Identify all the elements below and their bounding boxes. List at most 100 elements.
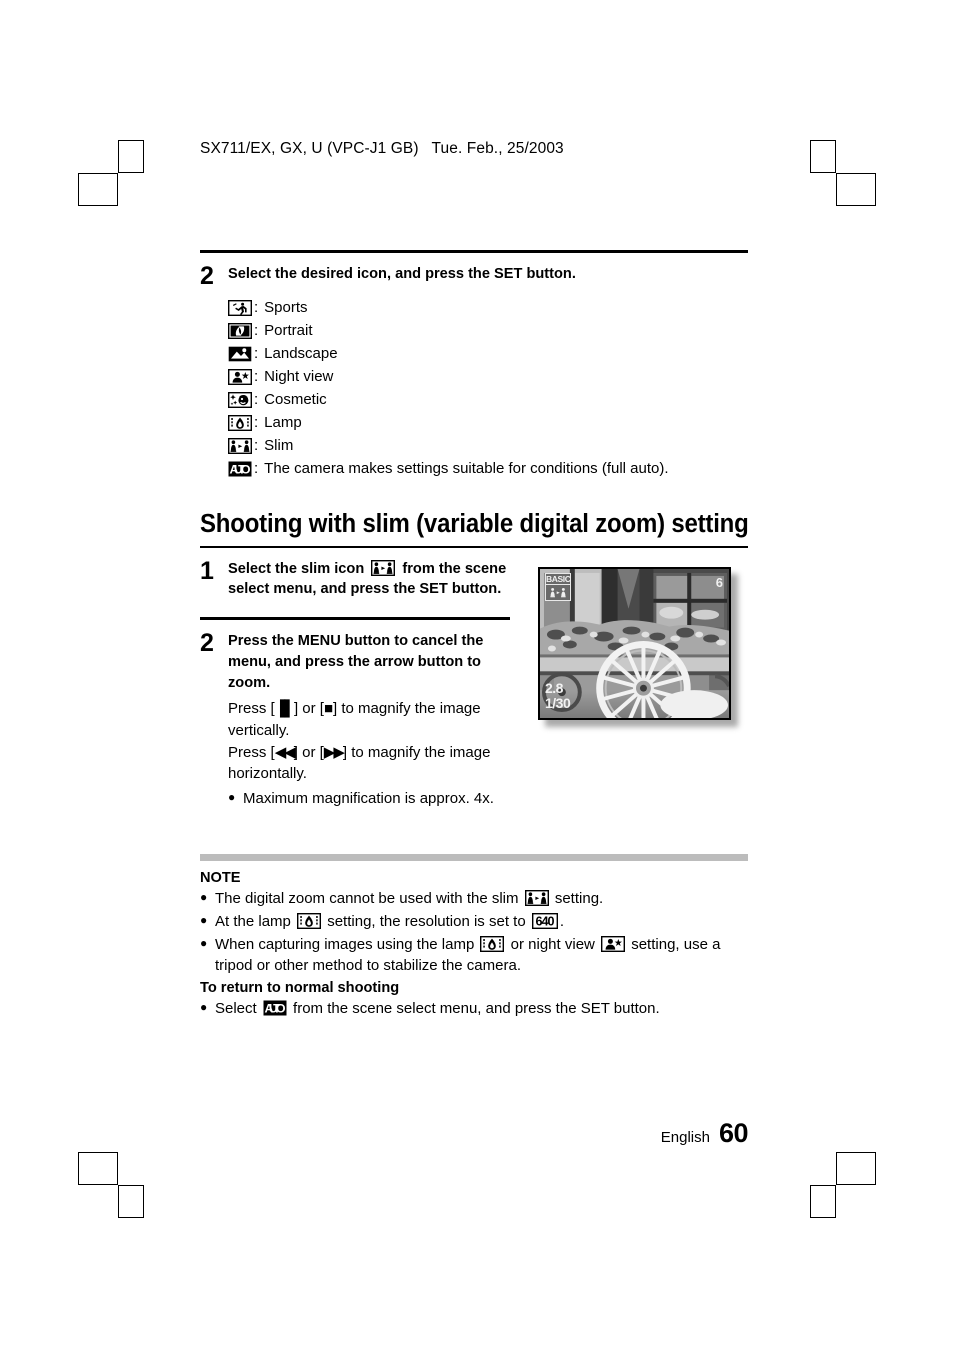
section-heading: Shooting with slim (variable digital zoo… [200, 510, 749, 538]
list-item-label: Lamp [264, 414, 302, 431]
list-item-label: Night view [264, 368, 334, 385]
note-item: ● At the lamp setting, the resolution is… [200, 911, 748, 932]
note-subtitle: To return to normal shooting [200, 979, 400, 996]
bullet-text: Maximum magnification is approx. 4x. [243, 790, 494, 808]
portrait-icon [228, 322, 252, 339]
step-title: Press the MENU button to cancel the menu… [228, 633, 484, 691]
lcd-shot-count: 6 [715, 574, 723, 590]
note-item: ● When capturing images using the lamp o… [200, 934, 748, 977]
note-item: ● The digital zoom cannot be used with t… [200, 888, 748, 909]
slim-icon [550, 587, 566, 597]
bullet-dot: ● [200, 936, 208, 951]
slim-icon [524, 889, 549, 906]
landscape-icon [228, 346, 252, 362]
crop-mark-top-left [78, 140, 144, 206]
footer-page-number: 60 [718, 1118, 749, 1148]
step-block-zoom: 2 Press the MENU button to cancel the me… [200, 631, 520, 809]
photo-frame: BASIC 6 2.8 1/30 [538, 566, 731, 720]
pause-icon: ▐▌ [274, 700, 295, 718]
note-text: from the scene select menu, and press th… [293, 999, 660, 1017]
list-item: : Portrait [228, 319, 748, 342]
list-item-colon: : [254, 299, 259, 316]
note-text: . [559, 912, 565, 930]
list-item-colon: : [254, 391, 259, 408]
divider-between-steps [200, 617, 510, 621]
crop-mark-bar [118, 140, 144, 173]
bullet-dot: ● [200, 889, 208, 904]
list-item-colon: : [254, 322, 259, 339]
list-item-colon: : [254, 460, 259, 477]
lcd-quality-label: BASIC [546, 573, 571, 584]
crop-mark-bar [810, 1185, 836, 1218]
press-horizontal-pre: Press [ [228, 743, 275, 761]
list-item-label: Landscape [264, 345, 338, 362]
night-view-icon [601, 936, 626, 953]
step-block-select-slim: 1 Select the slim icon from the scene se… [200, 556, 520, 600]
document-header: SX711/EX, GX, U (VPC-J1 GB) Tue. Feb., 2… [200, 140, 564, 157]
crop-mark-bar [118, 1185, 144, 1218]
crop-mark-bar [836, 1152, 876, 1185]
step-title: Select the desired icon, and press the S… [228, 266, 576, 282]
camera-lcd-preview: BASIC 6 2.8 1/30 [538, 566, 738, 727]
list-item-label: Slim [264, 437, 294, 454]
crop-mark-bar [78, 173, 118, 206]
note-text: When capturing images using the lamp [215, 936, 475, 954]
note-text: The digital zoom cannot be used with the… [215, 889, 519, 907]
press-vertical-mid: ] or [ [293, 700, 324, 718]
footer-language: English [660, 1129, 710, 1146]
lamp-icon [228, 414, 252, 431]
list-item-label: Sports [264, 299, 308, 316]
forward-icon: ▶▶ [323, 743, 345, 761]
crop-mark-bar [810, 140, 836, 173]
divider-above-note [200, 853, 748, 861]
lcd-quality-badge: BASIC [545, 572, 571, 601]
night-view-icon [228, 368, 252, 385]
svg-text:AUTO: AUTO [264, 1001, 285, 1015]
note-title: NOTE [200, 869, 241, 886]
page-footer: English 60 [200, 1118, 749, 1149]
bullet-max-magnification: ● Maximum magnification is approx. 4x. [228, 788, 520, 809]
bullet-dot: ● [200, 912, 208, 927]
cosmetic-icon [228, 391, 252, 408]
crop-mark-bar [78, 1152, 118, 1185]
list-item: AUTO : The camera makes settings suitabl… [228, 457, 748, 480]
divider-above-step2 [200, 250, 748, 253]
press-vertical-pre: Press [ [228, 700, 275, 718]
crop-mark-bottom-left [78, 1152, 144, 1218]
note-text: At the lamp [215, 912, 291, 930]
res640-icon: 640 [531, 912, 558, 929]
crop-mark-bar [836, 173, 876, 206]
press-horizontal-mid: ] or [ [293, 743, 324, 761]
list-item: : Sports [228, 296, 748, 319]
list-item: : Night view [228, 365, 748, 388]
slim-icon [228, 437, 252, 454]
list-item-label: Cosmetic [264, 391, 327, 408]
lamp-icon [480, 936, 505, 953]
list-item-colon: : [254, 414, 259, 431]
lcd-aperture: 2.8 [545, 679, 563, 696]
bullet-dot: ● [200, 999, 208, 1014]
scene-icon-list: : Sports : Portrait : Landscape: Night … [228, 296, 748, 480]
svg-text:640: 640 [535, 914, 554, 928]
step-number: 2 [200, 629, 214, 658]
note-text: setting, the resolution is set to [327, 912, 526, 930]
sports-icon [228, 299, 252, 316]
list-item-colon: : [254, 368, 259, 385]
note-text: setting. [554, 889, 604, 907]
step-number: 2 [200, 262, 214, 290]
divider-under-heading [200, 546, 748, 548]
stop-icon: ■ [323, 700, 334, 718]
lamp-icon [297, 912, 322, 929]
bullet-dot: ● [228, 790, 236, 805]
page-content: SX711/EX, GX, U (VPC-J1 GB) Tue. Feb., 2… [200, 140, 749, 1019]
list-item: : Cosmetic [228, 388, 748, 411]
step-number: 1 [200, 556, 214, 585]
list-item: : Landscape [228, 342, 748, 365]
note-text: Select [215, 999, 257, 1017]
step-block-select-icon: 2 Select the desired icon, and press the… [200, 264, 748, 289]
list-item: : Slim [228, 434, 748, 457]
note-text: or night view [510, 936, 595, 954]
crop-mark-bottom-right [810, 1152, 876, 1218]
note-return-item: ● Select AUTO from the scene select menu… [200, 998, 748, 1019]
rewind-icon: ◀◀ [274, 743, 296, 761]
